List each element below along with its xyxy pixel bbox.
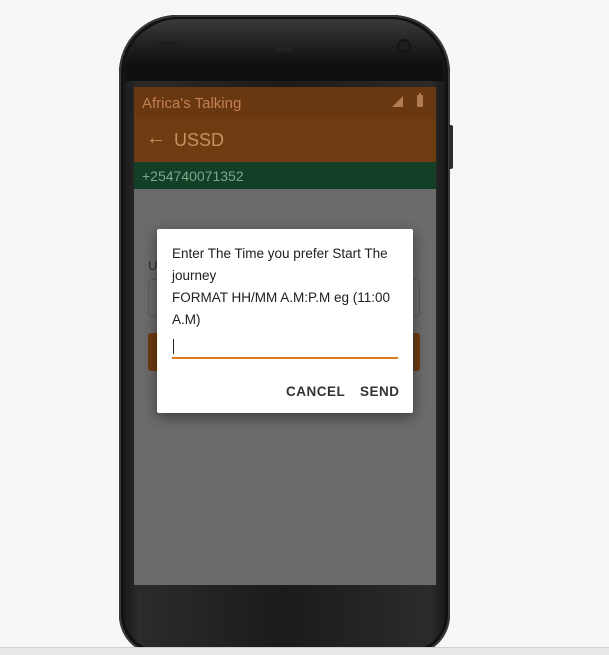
phone-number: +254740071352	[142, 168, 244, 184]
ussd-response-input[interactable]	[172, 333, 398, 359]
dialog-message-line: FORMAT HH/MM A.M:P.M eg (11:00 A.M)	[172, 290, 391, 327]
status-app-name: Africa's Talking	[142, 95, 242, 112]
front-camera	[397, 39, 411, 53]
dialog-message: Enter The Time you prefer Start The jour…	[172, 243, 404, 331]
cancel-button[interactable]: CANCEL	[286, 384, 345, 399]
app-bar: ← USSD	[134, 118, 436, 162]
dialog-message-line: Enter The Time you prefer Start The jour…	[172, 246, 388, 283]
back-arrow-icon[interactable]: ←	[146, 128, 166, 148]
earpiece-speaker	[274, 45, 294, 51]
battery-icon	[417, 93, 423, 107]
power-button[interactable]	[449, 125, 453, 169]
proximity-sensor	[159, 41, 177, 49]
status-bar: Africa's Talking	[134, 87, 436, 118]
app-bar-title: USSD	[174, 130, 225, 150]
send-button[interactable]: SEND	[360, 384, 400, 399]
signal-icon	[392, 96, 403, 107]
phone-number-bar: +254740071352	[134, 162, 436, 189]
ussd-dialog: Enter The Time you prefer Start The jour…	[157, 229, 413, 413]
text-cursor	[173, 339, 174, 354]
dialog-input-wrapper	[172, 333, 398, 361]
